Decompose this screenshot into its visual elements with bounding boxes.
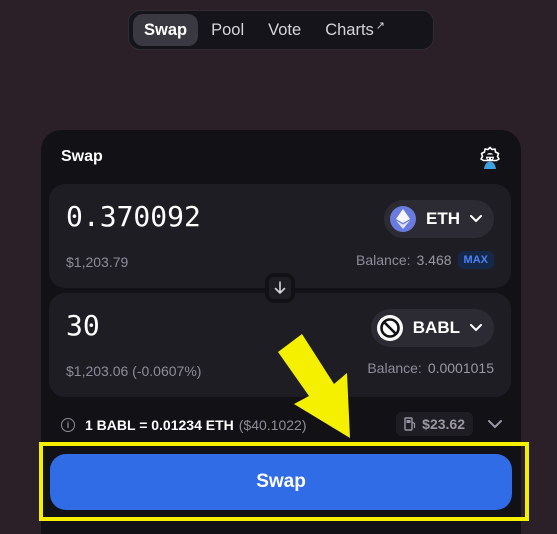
- chevron-down-icon[interactable]: [487, 416, 503, 432]
- from-balance-label: Balance:: [356, 252, 411, 268]
- tab-charts-label: Charts: [325, 20, 374, 39]
- to-balance: Balance: 0.0001015: [367, 360, 494, 376]
- to-balance-label: Balance:: [367, 360, 422, 376]
- eth-icon: [390, 206, 416, 232]
- gas-pump-icon: [404, 417, 416, 431]
- tab-swap-label: Swap: [144, 20, 188, 39]
- max-button[interactable]: MAX: [457, 251, 494, 269]
- to-balance-value: 0.0001015: [427, 360, 494, 376]
- from-token-selector[interactable]: ETH: [384, 200, 494, 238]
- from-token-symbol: ETH: [426, 209, 460, 228]
- gas-cost-badge: $23.62: [396, 412, 473, 436]
- exchange-rate: 1 BABL = 0.01234 ETH: [85, 417, 234, 433]
- exchange-rate-usd: ($40.1022): [238, 417, 307, 433]
- top-nav: Swap Pool Vote Charts ↗: [128, 10, 434, 50]
- to-panel: 30 BABL $1,203.06 (-0.0607%) Balance: 0.…: [49, 293, 511, 397]
- to-amount-input[interactable]: 30: [66, 309, 100, 342]
- info-icon: i: [61, 418, 75, 432]
- arrow-down-icon: [274, 281, 286, 294]
- from-usd-value: $1,203.79: [66, 254, 129, 270]
- chevron-down-icon: [470, 215, 482, 223]
- tab-pool-label: Pool: [211, 20, 245, 39]
- tab-charts[interactable]: Charts ↗: [314, 14, 396, 46]
- settings-button[interactable]: [479, 146, 501, 170]
- switch-direction-button[interactable]: [265, 273, 295, 303]
- external-link-icon: ↗: [375, 19, 386, 32]
- chevron-down-icon: [470, 324, 482, 332]
- card-title: Swap: [61, 148, 103, 165]
- tab-vote-label: Vote: [268, 20, 302, 39]
- swap-button-label: Swap: [256, 471, 306, 492]
- from-balance: Balance: 3.468 MAX: [356, 251, 494, 269]
- babl-icon: [376, 315, 403, 341]
- gear-icon: [480, 146, 500, 169]
- from-amount-input[interactable]: 0.370092: [66, 200, 201, 233]
- to-usd-value: $1,203.06 (-0.0607%): [66, 363, 202, 379]
- tab-vote[interactable]: Vote: [257, 14, 312, 46]
- to-token-selector[interactable]: BABL: [370, 309, 494, 347]
- tab-pool[interactable]: Pool: [200, 14, 255, 46]
- gas-cost-value: $23.62: [422, 416, 465, 432]
- to-token-symbol: BABL: [412, 318, 460, 337]
- swap-button[interactable]: Swap: [50, 454, 512, 510]
- tab-swap[interactable]: Swap: [133, 14, 199, 46]
- from-balance-value: 3.468: [416, 252, 452, 268]
